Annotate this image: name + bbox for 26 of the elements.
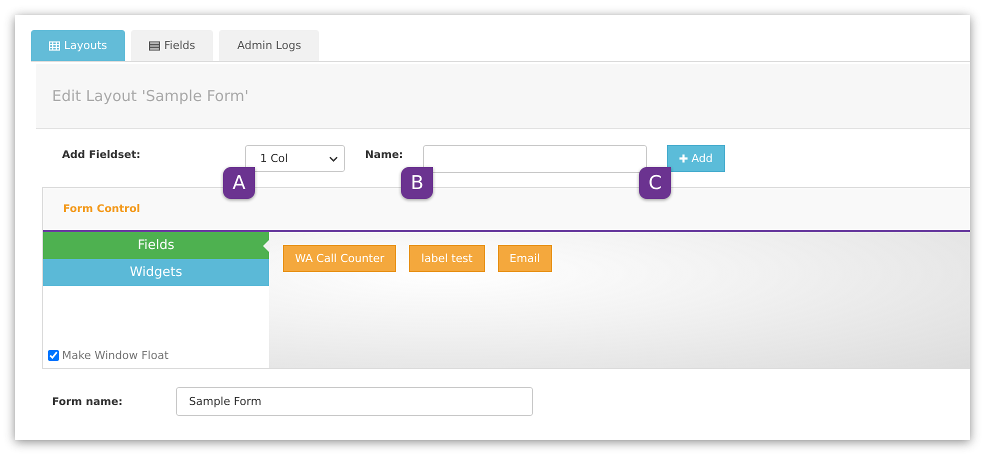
plus-icon	[679, 154, 688, 163]
callout-marker: A	[223, 167, 255, 199]
field-button[interactable]: label test	[409, 245, 485, 272]
caret-icon	[329, 156, 338, 162]
input-field[interactable]	[423, 145, 648, 173]
field-button[interactable]: WA Call Counter	[283, 245, 396, 272]
checkbox[interactable]	[48, 350, 59, 361]
input-field[interactable]: Sample Form	[176, 387, 533, 416]
field-label: Name:	[365, 149, 404, 161]
panel-title: Form Control	[63, 203, 140, 215]
field-button[interactable]: Email	[498, 245, 552, 272]
tab[interactable]: Layouts	[31, 30, 126, 61]
tab[interactable]: Fields	[131, 30, 214, 61]
tab[interactable]: Admin Logs	[219, 30, 320, 61]
page-title: Edit Layout 'Sample Form'	[51, 87, 249, 105]
select-field[interactable]: 1 Col	[245, 145, 345, 172]
field-label: Form name:	[52, 396, 124, 408]
checkbox-label: Make Window Float	[62, 349, 169, 362]
side-tab[interactable]: Widgets	[43, 259, 269, 286]
field-label: Add Fieldset:	[62, 149, 142, 161]
callout-marker: C	[639, 167, 672, 199]
callout-marker: B	[401, 167, 434, 199]
table-icon	[49, 40, 60, 50]
side-tab[interactable]: Fields	[43, 232, 269, 259]
list-icon	[149, 40, 160, 50]
add-button[interactable]: Add	[667, 145, 726, 172]
